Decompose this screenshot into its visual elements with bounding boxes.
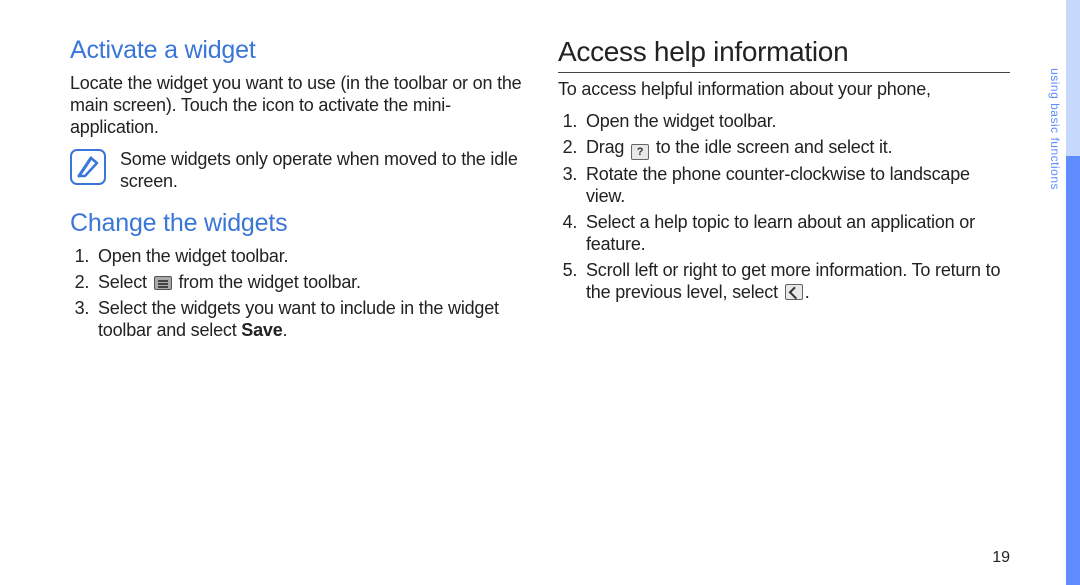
- step-text: Select: [98, 272, 152, 292]
- step-item: Open the widget toolbar.: [94, 246, 522, 268]
- step-item: Select from the widget toolbar.: [94, 272, 522, 294]
- step-item: Drag ? to the idle screen and select it.: [582, 137, 1010, 160]
- step-item: Open the widget toolbar.: [582, 111, 1010, 133]
- step-text: Open the widget toolbar.: [98, 246, 288, 266]
- note-text: Some widgets only operate when moved to …: [120, 149, 522, 193]
- tab-stripe-inactive: [1066, 0, 1080, 156]
- heading-access-help: Access help information: [558, 36, 1010, 73]
- step-item: Rotate the phone counter-clockwise to la…: [582, 164, 1010, 208]
- access-help-steps: Open the widget toolbar. Drag ? to the i…: [558, 111, 1010, 304]
- step-text: Open the widget toolbar.: [586, 111, 776, 131]
- step-text: to the idle screen and select it.: [651, 137, 892, 157]
- step-text: Rotate the phone counter-clockwise to la…: [586, 164, 970, 206]
- help-icon: ?: [631, 144, 649, 160]
- step-text: Select a help topic to learn about an ap…: [586, 212, 975, 254]
- step-text: from the widget toolbar.: [174, 272, 361, 292]
- change-widgets-steps: Open the widget toolbar. Select from the…: [70, 246, 522, 342]
- page-number: 19: [992, 549, 1010, 567]
- manual-page: Activate a widget Locate the widget you …: [0, 0, 1080, 585]
- section-tab-label: using basic functions: [1048, 68, 1062, 190]
- step-item: Scroll left or right to get more informa…: [582, 260, 1010, 304]
- two-column-layout: Activate a widget Locate the widget you …: [70, 36, 1010, 346]
- step-text: .: [805, 282, 810, 302]
- step-item: Select the widgets you want to include i…: [94, 298, 522, 342]
- note-icon: [70, 149, 106, 185]
- widget-list-icon: [154, 276, 172, 290]
- heading-activate-widget: Activate a widget: [70, 36, 522, 65]
- access-help-intro: To access helpful information about your…: [558, 79, 1010, 101]
- heading-change-widgets: Change the widgets: [70, 209, 522, 238]
- left-column: Activate a widget Locate the widget you …: [70, 36, 522, 346]
- tab-stripe-active: [1066, 156, 1080, 585]
- step-text: Select the widgets you want to include i…: [98, 298, 499, 340]
- note-block: Some widgets only operate when moved to …: [70, 149, 522, 193]
- activate-widget-body: Locate the widget you want to use (in th…: [70, 73, 522, 139]
- right-column: Access help information To access helpfu…: [558, 36, 1010, 346]
- back-icon: [785, 284, 803, 300]
- step-item: Select a help topic to learn about an ap…: [582, 212, 1010, 256]
- step-text: .: [283, 320, 288, 340]
- step-text: Drag: [586, 137, 629, 157]
- section-tab-stripe: [1066, 0, 1080, 585]
- save-label: Save: [241, 320, 282, 340]
